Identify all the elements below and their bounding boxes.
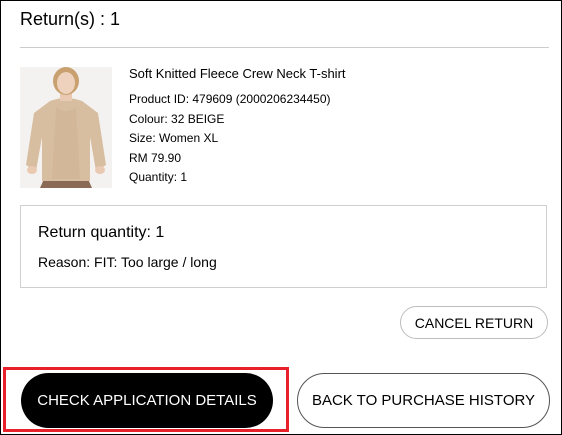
product-name: Soft Knitted Fleece Crew Neck T-shirt [129, 66, 346, 81]
product-quantity: Quantity: 1 [129, 170, 188, 184]
product-image [20, 67, 112, 188]
product-id: Product ID: 479609 (2000206234450) [129, 92, 331, 106]
back-to-purchase-history-button[interactable]: BACK TO PURCHASE HISTORY [297, 373, 550, 428]
returns-count-heading: Return(s) : 1 [20, 9, 121, 29]
product-photo-icon [20, 67, 112, 188]
product-colour: Colour: 32 BEIGE [129, 111, 225, 126]
product-info: Soft Knitted Fleece Crew Neck T-shirt Pr… [129, 66, 346, 188]
product-size: Size: Women XL [129, 131, 219, 145]
return-summary-panel: Return(s) : 1 Soft Knitted Fleece Crew N… [0, 0, 562, 435]
return-details-box: Return quantity: 1 Reason: FIT: Too larg… [20, 205, 547, 288]
check-application-details-button[interactable]: CHECK APPLICATION DETAILS [21, 373, 273, 428]
product-price: RM 79.90 [129, 150, 182, 165]
return-quantity: Return quantity: 1 [38, 224, 165, 241]
cancel-return-button[interactable]: CANCEL RETURN [400, 306, 548, 339]
return-reason: Reason: FIT: Too large / long [38, 254, 217, 270]
divider [20, 47, 549, 48]
